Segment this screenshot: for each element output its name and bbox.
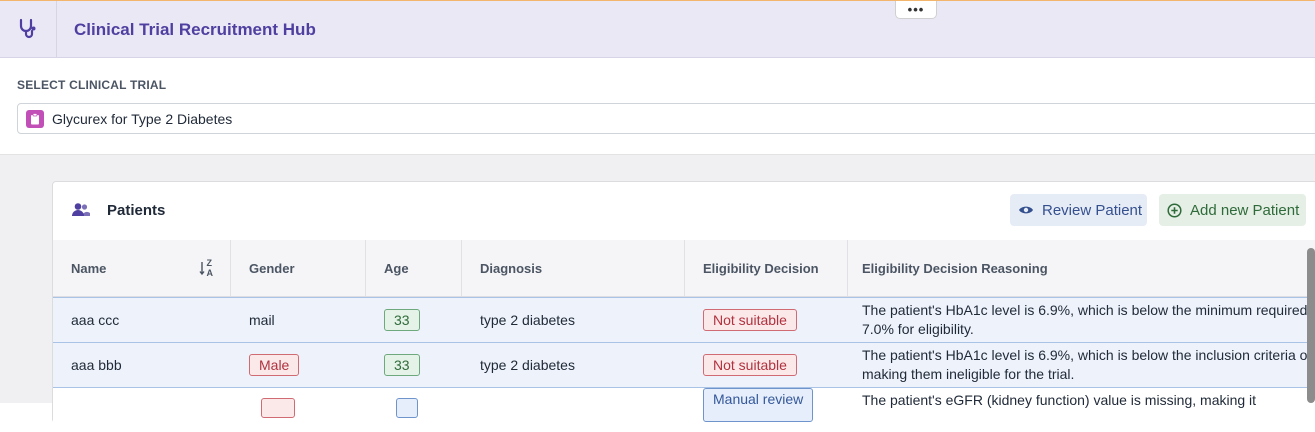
column-header-eligibility-decision[interactable]: Eligibility Decision	[685, 240, 848, 296]
column-header-age[interactable]: Age	[366, 240, 462, 296]
more-options-button[interactable]: •••	[895, 1, 937, 19]
table-scrollbar[interactable]	[1307, 248, 1315, 403]
decision-cell: Not suitable	[685, 343, 848, 387]
decision-badge: Not suitable	[703, 354, 797, 376]
clipboard-icon	[26, 109, 44, 128]
decision-cell: Not suitable	[685, 298, 848, 342]
patients-title: Patients	[107, 202, 166, 219]
decision-reasoning: The patient's HbA1c level is 6.9%, which…	[848, 343, 1308, 387]
app-title: Clinical Trial Recruitment Hub	[74, 20, 316, 39]
decision-cell: Manual review	[685, 388, 848, 432]
patient-age-cell: 33	[366, 343, 462, 387]
stethoscope-icon[interactable]	[0, 1, 57, 57]
trial-select[interactable]: Glycurex for Type 2 Diabetes	[17, 103, 1315, 134]
table-row[interactable]: Manual review The patient's eGFR (kidney…	[53, 387, 1315, 432]
patient-gender: mail	[249, 312, 275, 328]
age-badge: 33	[384, 354, 420, 376]
add-patient-label: Add new Patient	[1190, 201, 1300, 219]
trial-select-label: SELECT CLINICAL TRIAL	[17, 78, 167, 92]
svg-text:A: A	[207, 268, 214, 278]
patient-age-cell: 33	[366, 298, 462, 342]
column-header-diagnosis[interactable]: Diagnosis	[462, 240, 685, 296]
trial-select-section: SELECT CLINICAL TRIAL Glycurex for Type …	[0, 58, 1315, 155]
decision-reasoning: The patient's HbA1c level is 6.9%, which…	[862, 302, 1308, 337]
decision-badge: Manual review	[703, 388, 814, 422]
plus-circle-icon	[1167, 202, 1182, 218]
add-patient-button[interactable]: Add new Patient	[1159, 194, 1306, 226]
decision-reasoning-text: The patient's HbA1c level is 6.9%, which…	[862, 347, 1308, 382]
table-row[interactable]: aaa ccc mail 33 type 2 diabetes Not suit…	[53, 297, 1315, 342]
users-icon	[71, 202, 91, 223]
patient-diagnosis: type 2 diabetes	[480, 357, 575, 373]
column-header-name[interactable]: Name Z A	[53, 240, 231, 296]
review-patient-button[interactable]: Review Patient	[1010, 194, 1147, 226]
patient-gender-cell: Male	[231, 343, 366, 387]
gender-badge-partial	[243, 388, 295, 432]
patient-name: aaa bbb	[71, 357, 122, 373]
patient-name: aaa ccc	[71, 312, 120, 328]
svg-text:Z: Z	[207, 258, 213, 268]
decision-badge: Not suitable	[703, 309, 797, 331]
patient-diagnosis: type 2 diabetes	[480, 312, 575, 328]
column-header-gender[interactable]: Gender	[231, 240, 366, 296]
review-patient-label: Review Patient	[1042, 201, 1143, 219]
column-label-name: Name	[71, 260, 107, 276]
patients-card-header: Patients Review Patient Add new Patient	[53, 182, 1315, 241]
patients-card: Patients Review Patient Add new Patient …	[52, 181, 1315, 432]
column-header-eligibility-reasoning[interactable]: Eligibility Decision Reasoning	[848, 240, 1315, 296]
gender-badge: Male	[249, 354, 300, 376]
sort-icon[interactable]: Z A	[199, 258, 215, 281]
table-row[interactable]: aaa bbb Male 33 type 2 diabetes Not suit…	[53, 342, 1315, 387]
patients-table-header: Name Z A Gender Age Diagnosis Eligibilit…	[53, 240, 1315, 297]
trial-select-value: Glycurex for Type 2 Diabetes	[52, 110, 233, 127]
app-header: Clinical Trial Recruitment Hub	[0, 1, 1315, 58]
age-badge-partial	[378, 388, 418, 432]
decision-reasoning: The patient's eGFR (kidney function) val…	[862, 392, 1257, 408]
eye-icon	[1019, 206, 1033, 214]
age-badge: 33	[384, 309, 420, 331]
